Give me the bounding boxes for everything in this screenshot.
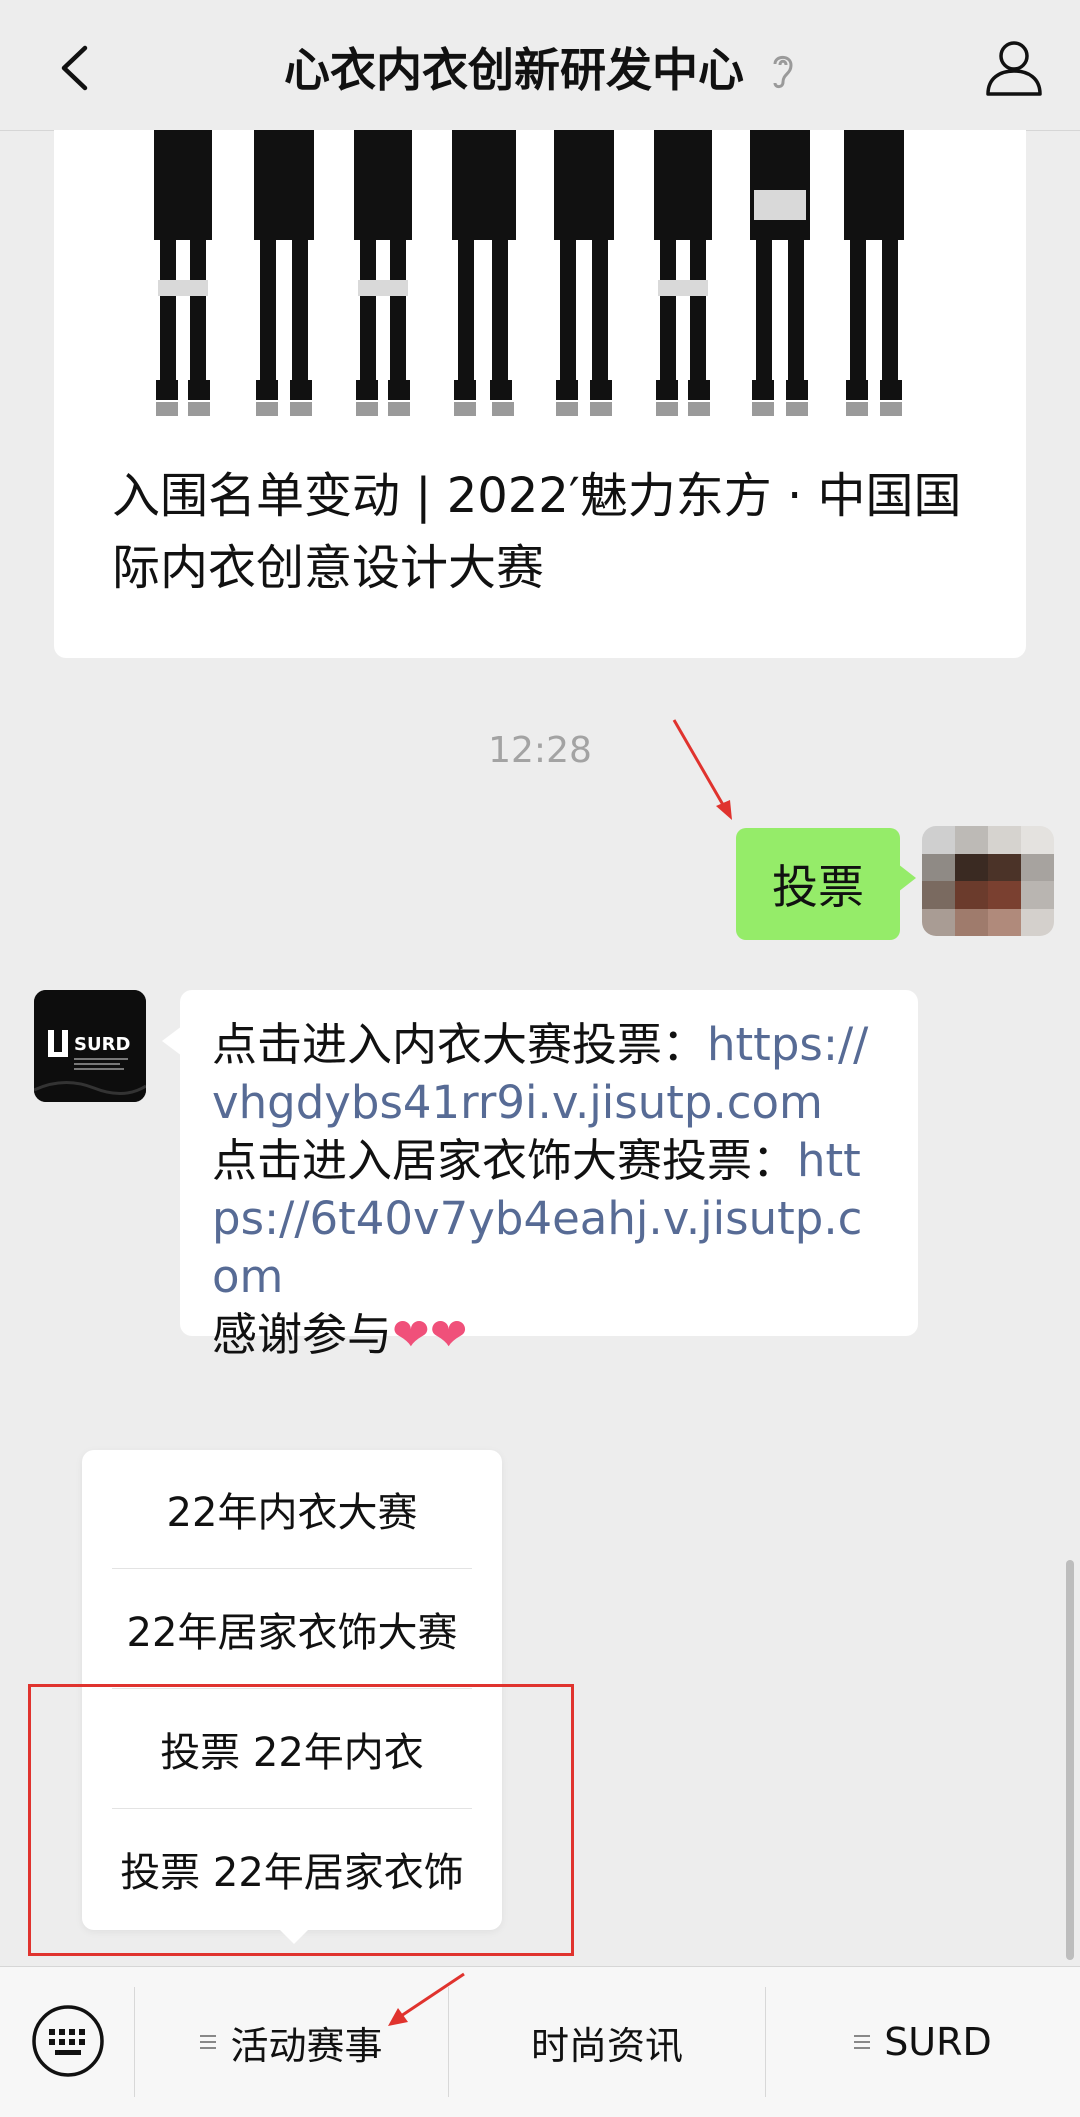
model-figure (354, 130, 412, 400)
surd-logo-text: SURD (74, 1034, 130, 1055)
incoming-message-bubble: 点击进入内衣大赛投票：https://vhgdybs41rr9i.v.jisut… (162, 990, 918, 1361)
profile-button[interactable] (982, 36, 1046, 100)
chat-header: 心衣内衣创新研发中心 (0, 0, 1080, 131)
submenu-indicator-icon (200, 2031, 217, 2053)
ear-icon (770, 47, 796, 101)
model-figure (750, 130, 810, 400)
article-card[interactable]: 入围名单变动 | 2022′魅力东方 · 中国国际内衣创意设计大赛 (54, 130, 1026, 658)
outgoing-message-text: 投票 (772, 860, 864, 914)
thanks-line: 感谢参与❤❤ (212, 1308, 468, 1361)
heart-emoji: ❤❤ (392, 1308, 468, 1361)
message-timestamp: 12:28 (488, 730, 592, 771)
model-figure (254, 130, 314, 400)
vote-line-1: 点击进入内衣大赛投票：https://vhgdybs41rr9i.v.jisut… (212, 1018, 869, 1129)
model-figure (154, 130, 212, 400)
chat-title: 心衣内衣创新研发中心 (0, 34, 1080, 101)
tab-fashion-news-label: 时尚资讯 (530, 2023, 683, 2068)
official-account-avatar[interactable]: SURD (34, 990, 146, 1102)
bottom-menu-bar: 活动赛事 时尚资讯 SURD (0, 1966, 1080, 2117)
surd-logo: SURD (34, 990, 146, 1102)
menu-divider (112, 1568, 472, 1569)
tab-surd[interactable]: SURD (766, 1967, 1080, 2117)
outgoing-message-bubble[interactable]: 投票 (736, 828, 916, 940)
model-figure (554, 130, 614, 400)
annotation-highlight-box (28, 1684, 574, 1956)
annotation-arrow (672, 719, 732, 820)
vote-line-2: 点击进入居家衣饰大赛投票：https://6t40v7yb4eahj.v.jis… (212, 1134, 863, 1303)
tab-activities-label: 活动赛事 (230, 2023, 383, 2068)
user-avatar[interactable] (922, 826, 1054, 936)
menu-item-lingerie-contest[interactable]: 22年内衣大赛 (112, 1450, 472, 1568)
annotation-arrow (388, 1972, 465, 2026)
chat-title-text: 心衣内衣创新研发中心 (283, 43, 744, 97)
keyboard-icon (32, 2005, 104, 2077)
article-title: 入围名单变动 | 2022′魅力东方 · 中国国际内衣创意设计大赛 (112, 468, 962, 596)
scrollbar[interactable] (1066, 1560, 1074, 1960)
model-figure (844, 130, 904, 400)
article-cover-image (54, 130, 1026, 430)
tab-fashion-news[interactable]: 时尚资讯 (449, 1967, 765, 2117)
tab-surd-label: SURD (884, 2020, 992, 2064)
model-figure (452, 130, 516, 400)
submenu-indicator-icon (854, 2031, 871, 2053)
menu-item-homewear-contest[interactable]: 22年居家衣饰大赛 (112, 1570, 472, 1688)
keyboard-toggle-button[interactable] (30, 2003, 106, 2079)
person-icon (986, 41, 1042, 96)
model-figure (654, 130, 712, 400)
